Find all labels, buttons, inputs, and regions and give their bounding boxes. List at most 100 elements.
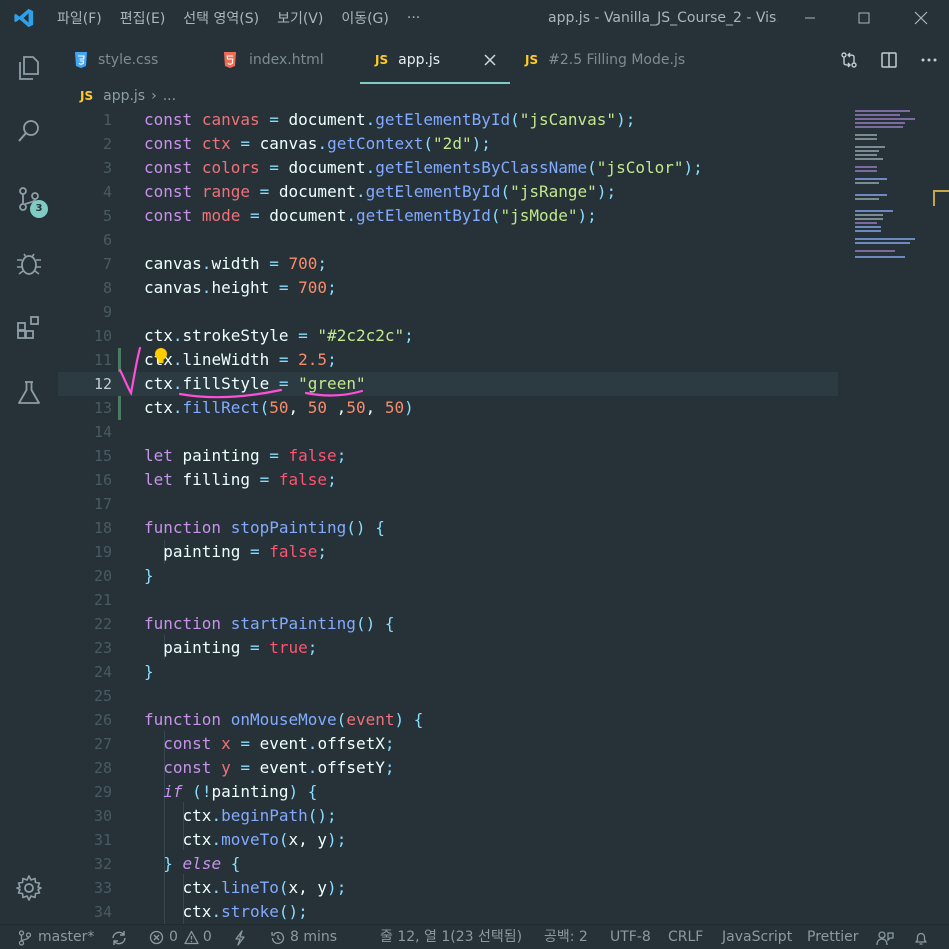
line-number: 20 [93,567,112,585]
flask-icon [18,381,40,404]
encoding[interactable]: UTF-8 [610,925,651,949]
code-line: 25 [58,684,838,708]
minimap-line [855,154,877,156]
line-number: 26 [93,711,112,729]
problems-indicator[interactable]: 0 0 [149,925,212,949]
close-tab-icon[interactable] [484,54,496,66]
menu-go[interactable]: 이동(G) [332,8,398,28]
code-line: 30 ctx.beginPath(); [58,804,838,828]
javascript-icon: JS [375,53,389,67]
minimap-line [855,238,915,240]
css3-icon [75,52,87,68]
prettier-status[interactable]: Prettier [807,925,859,949]
minimap-line [855,146,885,148]
warning-icon [184,930,199,945]
notifications-button[interactable] [913,925,929,949]
line-number: 29 [93,783,112,801]
code-line: 15 let painting = false; [58,444,838,468]
line-number: 18 [93,519,112,537]
cursor-position[interactable]: 줄 12, 열 1(23 선택됨) [380,925,522,949]
minimap-line [855,194,887,196]
end-of-line[interactable]: CRLF [668,925,703,949]
code-line: 18 function stopPainting() { [58,516,838,540]
search-button[interactable] [0,104,58,158]
close-window-button[interactable] [893,0,949,36]
compare-changes-button[interactable] [829,36,869,84]
minimap-line [855,170,877,172]
line-number: 31 [93,831,112,849]
debug-button[interactable] [0,236,58,290]
indentation[interactable]: 공백: 2 [544,925,588,949]
menu-more[interactable]: ··· [398,10,429,26]
more-actions-button[interactable] [909,36,949,84]
breadcrumb: JS app.js › ... [80,84,176,108]
line-number: 16 [93,471,112,489]
settings-button[interactable] [0,861,58,915]
maximize-button[interactable] [836,0,892,36]
minimap-line [855,110,910,112]
minimap-line [855,166,877,168]
tab-style-css[interactable]: style.css [74,36,158,84]
tab-index-html[interactable]: index.html [223,36,324,84]
breadcrumb-file[interactable]: app.js [103,88,145,104]
minimize-icon [805,17,815,19]
time-tracker[interactable]: 8 mins [270,925,337,949]
sync-icon [112,930,126,945]
minimap-line [855,222,877,224]
minimap-line [855,218,883,220]
minimap-line [855,256,905,258]
javascript-icon: JS [525,53,539,67]
time-value: 8 mins [290,929,338,945]
live-share-button[interactable] [233,925,247,949]
minimap-line [855,158,883,160]
split-editor-button[interactable] [869,36,909,84]
minimap-line [855,178,887,180]
line-number: 30 [93,807,112,825]
line-number: 22 [93,615,112,633]
menu-edit[interactable]: 편집(E) [111,8,175,28]
minimap[interactable] [853,108,933,268]
menu-selection[interactable]: 선택 영역(S) [174,8,268,28]
breadcrumb-symbol[interactable]: ... [163,88,176,104]
history-icon [271,931,285,944]
tab-label: style.css [98,52,159,68]
source-control-button[interactable]: 3 [0,172,58,226]
warning-count: 0 [202,929,212,945]
lightning-icon [235,929,245,946]
git-branch-icon [18,929,32,946]
git-branch[interactable]: master* [18,925,94,949]
sync-button[interactable] [110,925,128,949]
code-line: 33 ctx.lineTo(x, y); [58,876,838,900]
explorer-button[interactable] [0,41,58,95]
extensions-icon [17,316,39,339]
feedback-button[interactable] [876,925,894,949]
minimap-line [855,214,883,216]
javascript-icon: JS [80,89,94,103]
code-line: 23 painting = true; [58,636,838,660]
code-line: 17 [58,492,838,516]
code-editor[interactable]: 1 const canvas = document.getElementById(… [58,108,949,924]
branch-name: master* [38,929,95,945]
code-line: 22 function startPainting() { [58,612,838,636]
testing-button[interactable] [0,366,58,420]
menu-bar: 파일(F) 편집(E) 선택 영역(S) 보기(V) 이동(G) ··· [48,0,429,36]
tab-filling-mode-js[interactable]: JS #2.5 Filling Mode.js [525,36,685,84]
feedback-icon [876,930,894,945]
extensions-button[interactable] [0,301,58,355]
code-line: 21 [58,588,838,612]
minimap-line [855,138,877,140]
menu-view[interactable]: 보기(V) [268,8,332,28]
minimize-button[interactable] [782,0,838,36]
line-number: 15 [93,447,112,465]
close-icon [914,11,928,25]
language-mode[interactable]: JavaScript [722,925,792,949]
tab-app-js[interactable]: JS app.js [360,36,510,84]
html5-icon [224,52,236,68]
gear-icon [16,875,42,901]
minimap-line [855,134,877,136]
line-number: 28 [93,759,112,777]
menu-file[interactable]: 파일(F) [48,8,111,28]
title-bar: 파일(F) 편집(E) 선택 영역(S) 보기(V) 이동(G) ··· app… [0,0,949,36]
tab-actions [829,36,949,84]
activity-bar: 3 [0,36,58,924]
